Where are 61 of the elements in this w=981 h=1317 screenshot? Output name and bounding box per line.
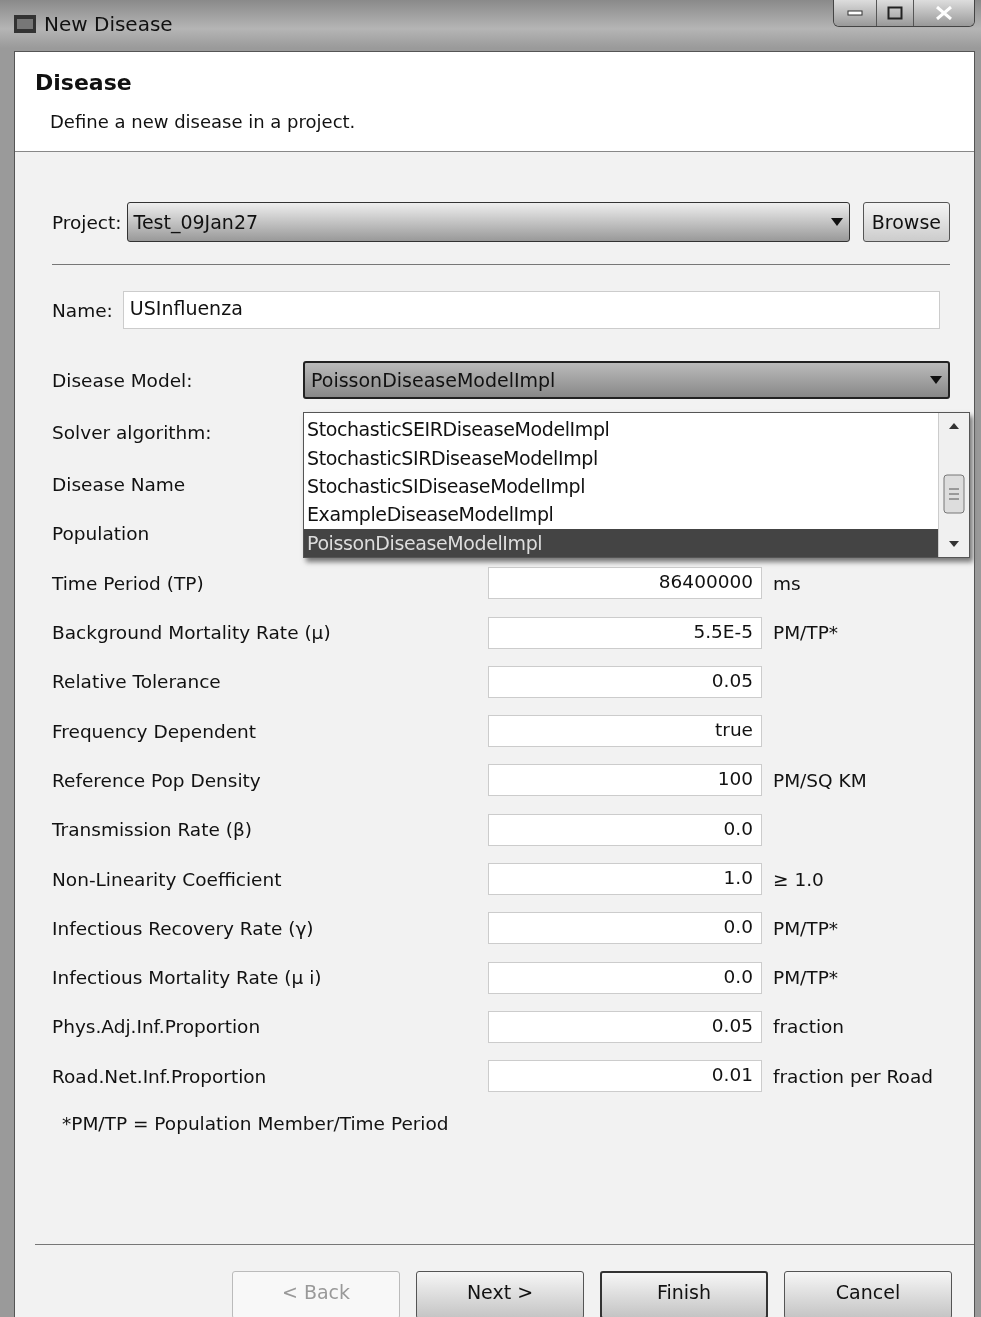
input-field[interactable]: 86400000 [488, 567, 762, 600]
field-label: Infectious Recovery Rate (γ) [52, 917, 314, 939]
input-field[interactable]: 0.05 [488, 665, 762, 698]
unit-label: PM/TP* [773, 622, 839, 644]
footnote: *PM/TP = Population Member/Time Period [62, 1112, 450, 1134]
field-label: Name: [52, 299, 113, 321]
field-label: Road.Net.Inf.Proportion [52, 1065, 267, 1087]
unit-label: fraction [773, 1016, 845, 1038]
field-label: Relative Tolerance [52, 671, 221, 693]
page-heading: Disease [35, 70, 133, 95]
app-icon [14, 15, 36, 33]
input-field[interactable]: 5.5E-5 [488, 616, 762, 649]
page-description: Define a new disease in a project. [50, 111, 357, 132]
dropdown-option[interactable]: StochasticSEIRDiseaseModelImpl [304, 415, 938, 444]
project-dropdown[interactable]: Test_09Jan27 [126, 202, 850, 242]
field-label: Phys.Adj.Inf.Proportion [52, 1016, 261, 1038]
input-field[interactable]: 0.0 [488, 813, 762, 846]
field-label: Population [52, 523, 150, 545]
unit-label: ≥ 1.0 [773, 868, 824, 890]
dropdown-option[interactable]: PoissonDiseaseModelImpl [304, 528, 938, 558]
field-label: Background Mortality Rate (μ) [52, 622, 331, 644]
dialog-button[interactable]: Cancel [784, 1271, 952, 1317]
dropdown-option[interactable]: ExampleDiseaseModelImpl [304, 500, 938, 529]
dropdown-option[interactable]: StochasticSIRDiseaseModelImpl [304, 443, 938, 472]
maximize-icon [887, 6, 903, 20]
maximize-button[interactable] [876, 0, 913, 26]
input-field[interactable]: 0.05 [488, 1010, 762, 1043]
field-label: Transmission Rate (β) [52, 819, 252, 841]
input-field[interactable]: USInfluenza [122, 291, 940, 329]
dialog-button[interactable]: Next > [416, 1271, 584, 1317]
dropdown-option[interactable]: StochasticSIDiseaseModelImpl [304, 471, 938, 501]
field-label: Frequency Dependent [52, 720, 257, 742]
minimize-icon [847, 10, 863, 16]
close-icon [935, 6, 953, 20]
unit-label: PM/TP* [773, 967, 839, 989]
field-label: Time Period (TP) [52, 572, 204, 594]
browse-button[interactable]: Browse [862, 202, 950, 242]
field-label: Reference Pop Density [52, 769, 261, 791]
input-field[interactable]: 0.0 [488, 961, 762, 994]
model-dropdown[interactable]: PoissonDiseaseModelImpl [303, 361, 950, 399]
field-label: Disease Model: [52, 369, 194, 391]
dialog-button[interactable]: Finish [600, 1271, 768, 1317]
scrollbar[interactable] [938, 413, 969, 557]
minimize-button[interactable] [834, 0, 876, 26]
field-label: Disease Name [52, 474, 186, 496]
input-field[interactable]: 0.01 [488, 1060, 762, 1093]
unit-label: fraction per Road [773, 1065, 933, 1087]
field-label: Solver algorithm: [52, 421, 212, 443]
input-field[interactable]: 100 [488, 764, 762, 797]
unit-label: ms [773, 572, 801, 594]
caret-icon [930, 376, 942, 384]
unit-label: PM/TP* [773, 917, 839, 939]
field-label: Non-Linearity Coefficient [52, 868, 282, 890]
unit-label: PM/SQ KM [773, 769, 867, 791]
field-label: Infectious Mortality Rate (μ i) [52, 967, 322, 989]
field-label: Project: [52, 211, 122, 233]
input-field[interactable]: true [488, 715, 762, 748]
input-field[interactable]: 0.0 [488, 912, 762, 945]
window-title: New Disease [44, 12, 174, 36]
caret-icon [830, 218, 843, 226]
input-field[interactable]: 1.0 [488, 863, 762, 895]
